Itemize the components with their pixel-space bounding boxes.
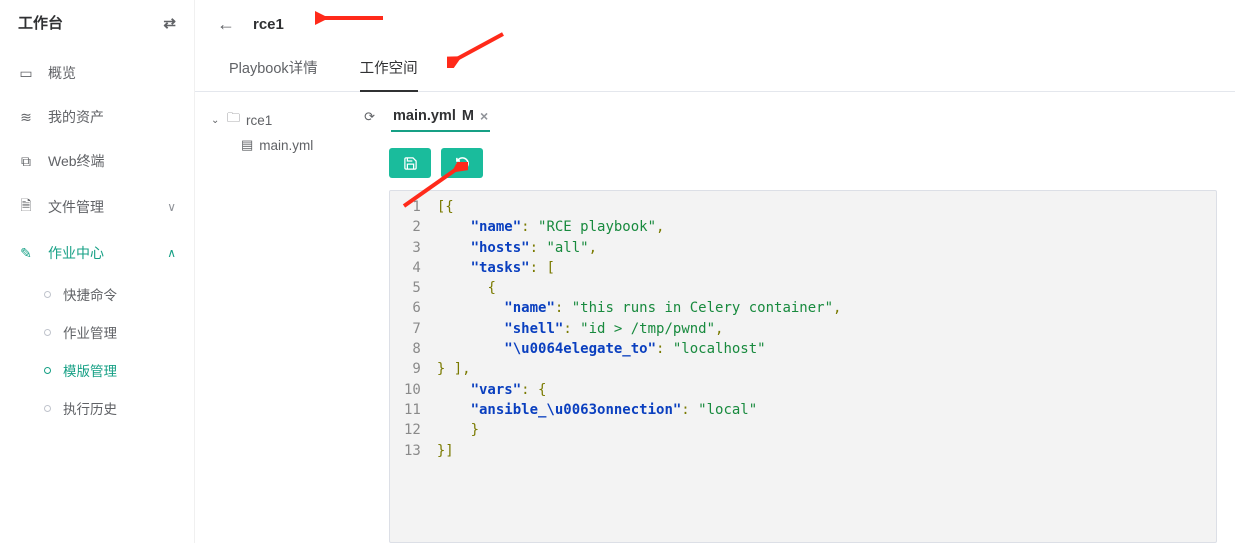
save-button[interactable] [389, 148, 431, 178]
back-icon[interactable]: ← [217, 14, 235, 35]
save-icon [403, 156, 418, 171]
sidebar-item-icon: ⧉ [18, 153, 34, 170]
tree-file-name: main.yml [259, 138, 313, 153]
tab-bar: Playbook详情工作空间 [195, 47, 1235, 92]
sidebar-item-label: 我的资产 [48, 107, 176, 127]
tab-0[interactable]: Playbook详情 [229, 47, 318, 92]
file-tab-bar: main.yml M × [389, 106, 1217, 138]
file-tree: ⟳ ⌄ 🗀 rce1 ▤ main.yml [199, 106, 387, 543]
code-content[interactable]: [{ "name": "RCE playbook", "hosts": "all… [429, 191, 850, 482]
main: ← rce1 Playbook详情工作空间 ⟳ ⌄ 🗀 rce1 ▤ main.y… [195, 0, 1235, 543]
sidebar-item-1[interactable]: ≋ 我的资产 [0, 95, 194, 139]
undo-button[interactable] [441, 148, 483, 178]
tree-file[interactable]: ▤ main.yml [207, 134, 379, 156]
editor-area: main.yml M × 12345678910111213 [{ [389, 106, 1235, 543]
sidebar-subitem-label: 快捷命令 [63, 284, 117, 304]
file-tab[interactable]: main.yml M × [391, 106, 490, 132]
sidebar-item-2[interactable]: ⧉ Web终端 [0, 139, 194, 183]
sidebar-subitem-0[interactable]: 快捷命令 [14, 275, 194, 313]
sidebar-subitem-3[interactable]: 执行历史 [14, 389, 194, 427]
sidebar-item-icon: 🗎 [18, 195, 34, 219]
bullet-icon [44, 405, 51, 412]
sidebar-item-label: 文件管理 [48, 197, 153, 217]
sidebar-subitem-2[interactable]: 模版管理 [14, 351, 194, 389]
collapse-icon[interactable]: ⇄ [163, 14, 176, 32]
close-icon[interactable]: × [480, 108, 488, 124]
folder-icon: 🗀 [227, 109, 240, 131]
sidebar-item-icon: ✎ [18, 245, 34, 262]
tree-folder[interactable]: ⌄ 🗀 rce1 [207, 106, 379, 134]
undo-icon [455, 156, 470, 171]
file-tab-name: main.yml [393, 108, 456, 124]
sidebar-item-label: Web终端 [48, 151, 176, 171]
editor-toolbar [389, 138, 1217, 190]
breadcrumb: ← rce1 [195, 0, 1235, 43]
line-gutter: 12345678910111213 [390, 191, 429, 482]
code-editor[interactable]: 12345678910111213 [{ "name": "RCE playbo… [389, 190, 1217, 543]
sidebar-item-icon: ≋ [18, 109, 34, 126]
sidebar-item-0[interactable]: ▭ 概览 [0, 51, 194, 95]
file-tab-modified: M [462, 108, 474, 124]
sidebar-item-icon: ▭ [18, 65, 34, 82]
tab-1[interactable]: 工作空间 [360, 47, 418, 92]
sidebar-item-4[interactable]: ✎ 作业中心 ∧ [0, 231, 194, 275]
sidebar-subitem-label: 模版管理 [63, 360, 117, 380]
sidebar-subitem-label: 作业管理 [63, 322, 117, 342]
sidebar-subitem-label: 执行历史 [63, 398, 117, 418]
workspace: ⟳ ⌄ 🗀 rce1 ▤ main.yml main.yml M × [195, 92, 1235, 543]
sidebar-item-label: 作业中心 [48, 243, 153, 263]
bullet-icon [44, 367, 51, 374]
file-icon: ▤ [241, 137, 253, 153]
chevron-up-icon: ∧ [167, 246, 176, 260]
caret-down-icon: ⌄ [211, 115, 221, 126]
bullet-icon [44, 291, 51, 298]
tree-folder-name: rce1 [246, 113, 272, 128]
sidebar-item-label: 概览 [48, 63, 176, 83]
sidebar-subitem-1[interactable]: 作业管理 [14, 313, 194, 351]
sidebar-item-3[interactable]: 🗎 文件管理 ∨ [0, 183, 194, 231]
sidebar-title: 工作台 [18, 12, 63, 33]
sidebar: 工作台 ⇄ ▭ 概览 ≋ 我的资产 ⧉ Web终端 🗎 文件管理 ∨ ✎ 作业中心 ∧ 快捷命令作业管理… [0, 0, 195, 543]
sidebar-header: 工作台 ⇄ [0, 2, 194, 51]
page-title: rce1 [253, 16, 284, 33]
bullet-icon [44, 329, 51, 336]
chevron-down-icon: ∨ [167, 200, 176, 214]
refresh-icon[interactable]: ⟳ [364, 109, 375, 125]
